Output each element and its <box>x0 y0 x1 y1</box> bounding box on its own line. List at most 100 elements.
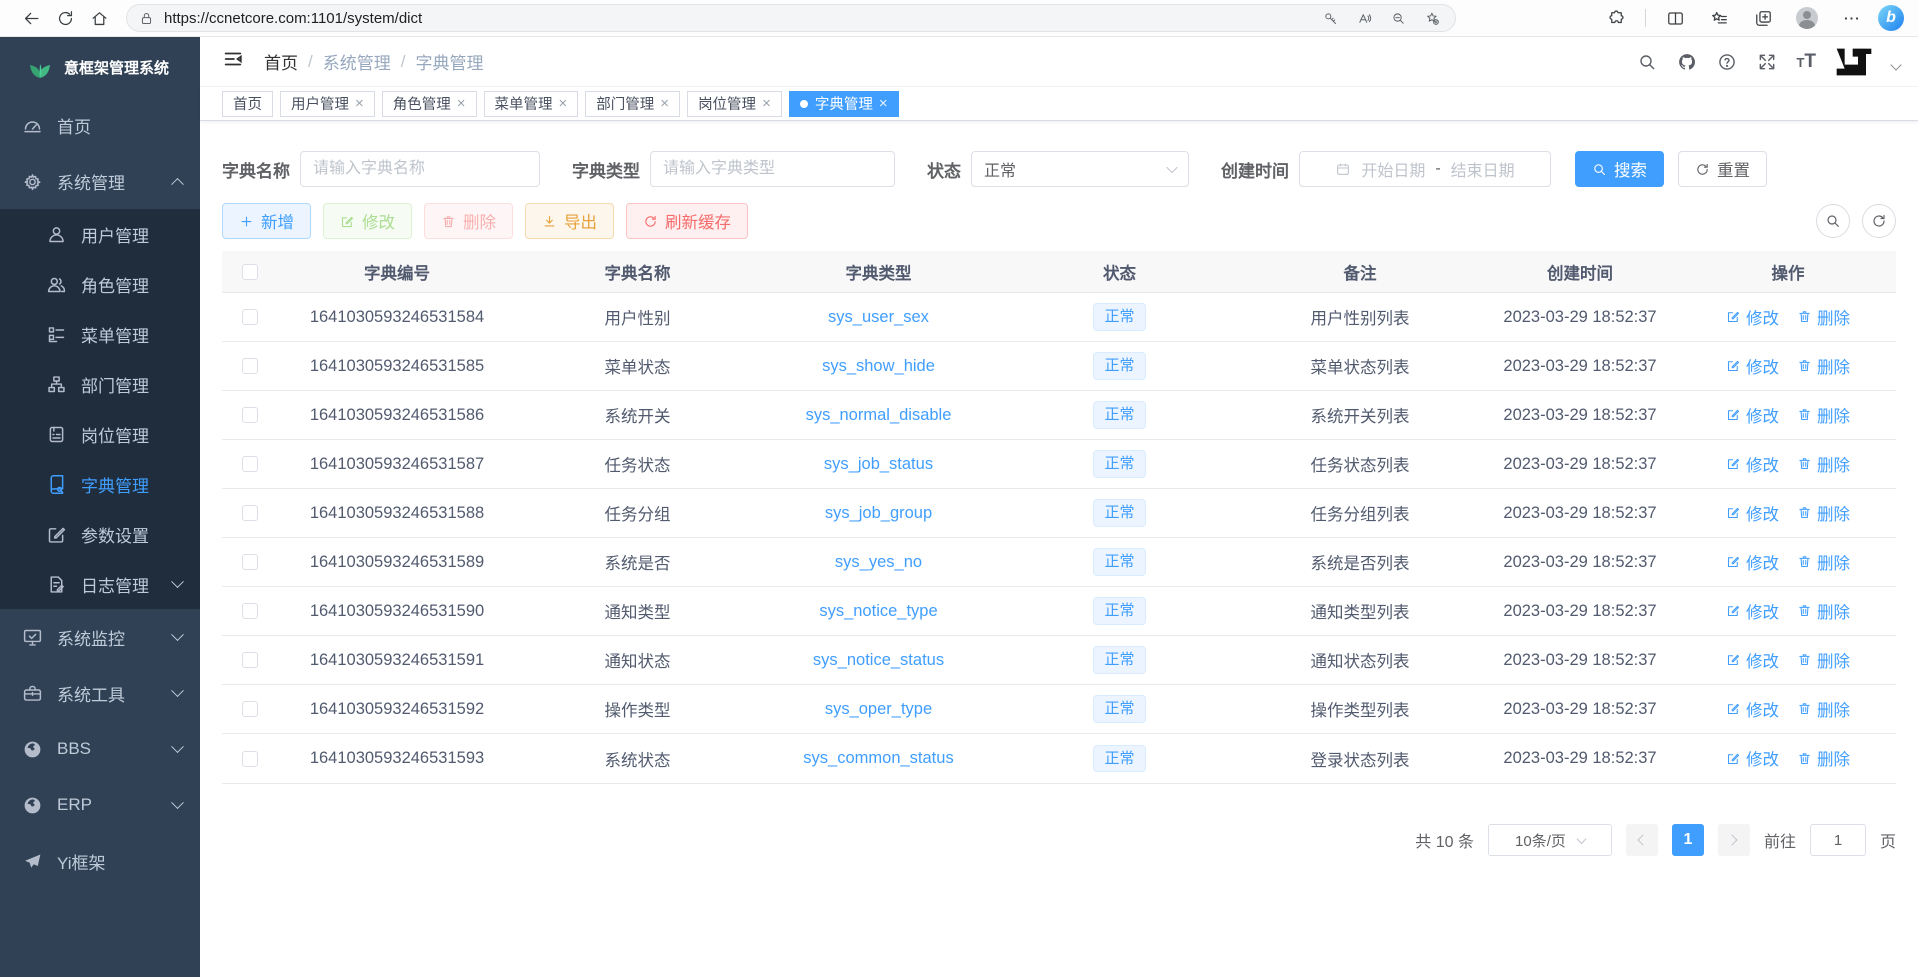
row-checkbox[interactable] <box>242 505 258 521</box>
dict-type-link[interactable]: sys_job_status <box>824 455 933 473</box>
close-icon[interactable]: × <box>762 95 771 112</box>
row-checkbox[interactable] <box>242 603 258 619</box>
row-checkbox[interactable] <box>242 309 258 325</box>
sidebar-item-dept[interactable]: 部门管理 <box>0 359 200 409</box>
row-delete-link[interactable]: 删除 <box>1797 599 1850 623</box>
delete-button[interactable]: 删除 <box>424 203 513 239</box>
sidebar-item-dict[interactable]: 字典管理 <box>0 459 200 509</box>
dict-type-link[interactable]: sys_job_group <box>825 504 932 522</box>
tab-menu[interactable]: 菜单管理× <box>484 91 579 117</box>
row-checkbox[interactable] <box>242 358 258 374</box>
row-edit-link[interactable]: 修改 <box>1726 599 1779 623</box>
tab-dept[interactable]: 部门管理× <box>585 91 680 117</box>
export-button[interactable]: 导出 <box>525 203 614 239</box>
dict-type-link[interactable]: sys_notice_status <box>813 651 944 669</box>
reset-button[interactable]: 重置 <box>1678 151 1767 187</box>
row-delete-link[interactable]: 删除 <box>1797 452 1850 476</box>
sidebar-item-tools[interactable]: 系统工具 <box>0 665 200 721</box>
help-icon[interactable] <box>1716 51 1738 73</box>
edit-button[interactable]: 修改 <box>323 203 412 239</box>
row-edit-link[interactable]: 修改 <box>1726 746 1779 770</box>
tab-role[interactable]: 角色管理× <box>382 91 477 117</box>
search-icon[interactable] <box>1636 51 1658 73</box>
row-delete-link[interactable]: 删除 <box>1797 501 1850 525</box>
page-size-select[interactable]: 10条/页 <box>1488 824 1612 856</box>
browser-refresh-icon[interactable] <box>48 4 82 32</box>
sidebar-item-home[interactable]: 首页 <box>0 97 200 153</box>
github-icon[interactable] <box>1676 51 1698 73</box>
dict-name-input[interactable] <box>300 151 540 187</box>
close-icon[interactable]: × <box>559 95 568 112</box>
sidebar-item-menu[interactable]: 菜单管理 <box>0 309 200 359</box>
next-page-button[interactable] <box>1718 824 1750 856</box>
goto-page-input[interactable] <box>1810 824 1866 856</box>
zoom-out-icon[interactable] <box>1381 4 1415 32</box>
row-edit-link[interactable]: 修改 <box>1726 501 1779 525</box>
search-button[interactable]: 搜索 <box>1575 151 1664 187</box>
prev-page-button[interactable] <box>1626 824 1658 856</box>
bing-sidebar-icon[interactable]: b <box>1878 5 1904 31</box>
read-aloud-icon[interactable] <box>1347 4 1381 32</box>
row-checkbox[interactable] <box>242 407 258 423</box>
row-delete-link[interactable]: 删除 <box>1797 403 1850 427</box>
password-key-icon[interactable] <box>1313 4 1347 32</box>
collections-icon[interactable] <box>1746 4 1780 32</box>
tab-dict-active[interactable]: 字典管理× <box>789 91 899 117</box>
yi-framework-logo[interactable] <box>1834 46 1874 78</box>
row-checkbox[interactable] <box>242 456 258 472</box>
sidebar-item-role[interactable]: 角色管理 <box>0 259 200 309</box>
sidebar-item-system[interactable]: 系统管理 <box>0 153 200 209</box>
refresh-table-button[interactable] <box>1862 204 1896 238</box>
row-checkbox[interactable] <box>242 652 258 668</box>
date-range-picker[interactable]: 开始日期 - 结束日期 <box>1299 151 1551 187</box>
dict-type-input[interactable] <box>650 151 895 187</box>
row-edit-link[interactable]: 修改 <box>1726 697 1779 721</box>
row-edit-link[interactable]: 修改 <box>1726 354 1779 378</box>
sidebar-collapse-icon[interactable] <box>222 48 244 75</box>
fullscreen-icon[interactable] <box>1756 51 1778 73</box>
profile-avatar[interactable] <box>1790 4 1824 32</box>
close-icon[interactable]: × <box>457 95 466 112</box>
tab-post[interactable]: 岗位管理× <box>687 91 782 117</box>
row-delete-link[interactable]: 删除 <box>1797 354 1850 378</box>
row-edit-link[interactable]: 修改 <box>1726 305 1779 329</box>
dict-type-link[interactable]: sys_yes_no <box>835 553 922 571</box>
refresh-cache-button[interactable]: 刷新缓存 <box>626 203 748 239</box>
sidebar-item-user[interactable]: 用户管理 <box>0 209 200 259</box>
sidebar-item-param[interactable]: 参数设置 <box>0 509 200 559</box>
close-icon[interactable]: × <box>660 95 669 112</box>
row-checkbox[interactable] <box>242 751 258 767</box>
row-checkbox[interactable] <box>242 554 258 570</box>
sidebar-item-erp[interactable]: ERP <box>0 777 200 833</box>
font-size-icon[interactable]: TT <box>1796 52 1816 71</box>
row-delete-link[interactable]: 删除 <box>1797 305 1850 329</box>
row-delete-link[interactable]: 删除 <box>1797 648 1850 672</box>
address-bar[interactable]: https://ccnetcore.com:1101/system/dict <box>126 4 1456 32</box>
sidebar-item-post[interactable]: 岗位管理 <box>0 409 200 459</box>
toggle-search-button[interactable] <box>1816 204 1850 238</box>
dict-type-link[interactable]: sys_notice_type <box>819 602 937 620</box>
dict-type-link[interactable]: sys_common_status <box>803 749 953 767</box>
dict-type-link[interactable]: sys_show_hide <box>822 357 935 375</box>
row-edit-link[interactable]: 修改 <box>1726 403 1779 427</box>
row-edit-link[interactable]: 修改 <box>1726 648 1779 672</box>
close-icon[interactable]: × <box>355 95 364 112</box>
split-screen-icon[interactable] <box>1658 4 1692 32</box>
browser-menu-icon[interactable] <box>1834 4 1868 32</box>
row-delete-link[interactable]: 删除 <box>1797 746 1850 770</box>
breadcrumb-home[interactable]: 首页 <box>264 49 298 74</box>
row-delete-link[interactable]: 删除 <box>1797 550 1850 574</box>
browser-home-icon[interactable] <box>82 4 116 32</box>
sidebar-item-yi[interactable]: Yi框架 <box>0 833 200 889</box>
row-checkbox[interactable] <box>242 701 258 717</box>
dict-type-link[interactable]: sys_normal_disable <box>806 406 952 424</box>
status-select[interactable]: 正常 <box>971 151 1189 187</box>
favorites-hub-icon[interactable] <box>1702 4 1736 32</box>
dict-type-link[interactable]: sys_user_sex <box>828 308 929 326</box>
current-page-button[interactable]: 1 <box>1672 824 1704 856</box>
row-edit-link[interactable]: 修改 <box>1726 550 1779 574</box>
dict-type-link[interactable]: sys_oper_type <box>825 700 932 718</box>
tab-home[interactable]: 首页 <box>222 91 273 117</box>
row-edit-link[interactable]: 修改 <box>1726 452 1779 476</box>
sidebar-item-bbs[interactable]: BBS <box>0 721 200 777</box>
